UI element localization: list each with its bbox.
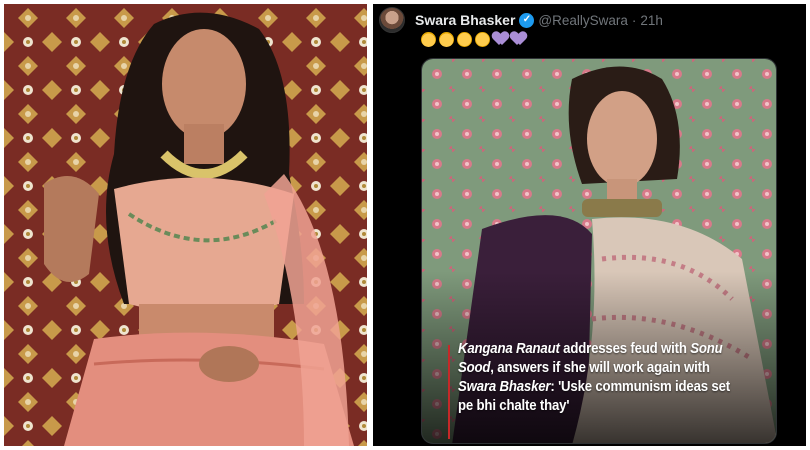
avatar[interactable] xyxy=(379,7,405,33)
separator-dot: · xyxy=(631,12,637,28)
caption-text-2: , answers if she will work again with xyxy=(490,359,710,376)
image-caption: Kangana Ranaut addresses feud with Sonu … xyxy=(458,339,731,415)
tweet-text-emojis xyxy=(421,32,526,47)
tweet-timestamp[interactable]: 21h xyxy=(640,13,663,28)
purple-heart-icon xyxy=(493,32,508,47)
author-name[interactable]: Swara Bhasker xyxy=(415,12,515,28)
verified-badge-icon: ✓ xyxy=(519,12,535,28)
caption-name-kangana: Kangana Ranaut xyxy=(458,340,560,357)
caption-text-1: addresses feud with xyxy=(559,340,691,357)
left-photo xyxy=(4,4,367,446)
caption-accent-bar xyxy=(448,345,450,439)
caption-name-swara: Swara Bhasker xyxy=(458,378,551,395)
nerd-face-icon xyxy=(439,32,454,47)
laughing-face-icon xyxy=(475,32,490,47)
laughing-face-icon xyxy=(457,32,472,47)
purple-heart-icon xyxy=(511,32,526,47)
nerd-face-icon xyxy=(421,32,436,47)
tweet-card[interactable]: Swara Bhasker ✓ @ReallySwara · 21h Kanga… xyxy=(373,4,806,446)
woman-in-lehenga-photo xyxy=(4,4,367,446)
tweet-image[interactable]: Kangana Ranaut addresses feud with Sonu … xyxy=(421,58,777,444)
author-handle[interactable]: @ReallySwara xyxy=(538,13,627,28)
tweet-header: Swara Bhasker ✓ @ReallySwara · 21h xyxy=(379,7,663,33)
